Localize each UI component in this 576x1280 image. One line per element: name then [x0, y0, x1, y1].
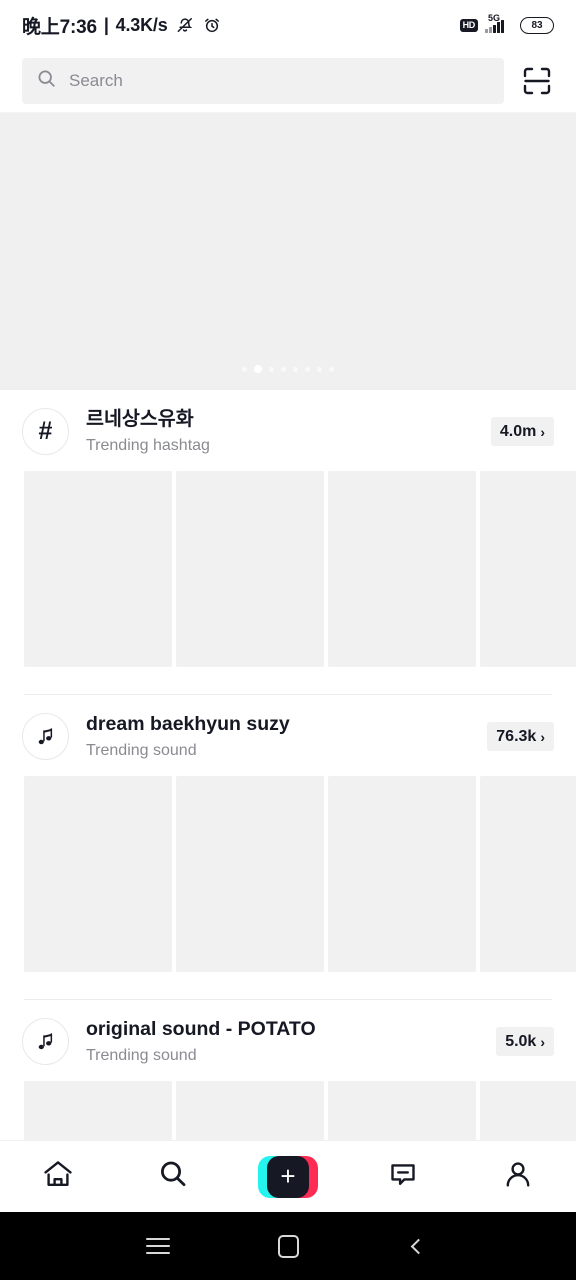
search-icon: [36, 68, 57, 94]
status-bar-left: 晚上7:36 | 4.3K/s: [22, 12, 222, 39]
android-back-button[interactable]: [353, 1238, 483, 1254]
tab-inbox[interactable]: [346, 1141, 461, 1212]
trend-count-value: 76.3k: [496, 727, 537, 745]
hashtag-icon: #: [22, 408, 69, 455]
back-chevron-icon: [410, 1238, 426, 1254]
status-time: 晚上7:36: [22, 16, 97, 38]
video-thumbnail[interactable]: [480, 471, 576, 667]
app-root: 晚上7:36 | 4.3K/s HD 5G 83 Search # 르네상스유화…: [0, 0, 576, 1280]
video-thumbnail[interactable]: [176, 471, 324, 667]
search-row: Search: [0, 50, 576, 112]
alarm-clock-icon: [202, 15, 222, 35]
search-input[interactable]: Search: [22, 58, 504, 104]
scan-qr-icon[interactable]: [520, 64, 554, 98]
signal-bars-icon: 5G: [485, 13, 513, 36]
trend-section: dream baekhyun suzy Trending sound 76.3k ›: [0, 695, 576, 1000]
plus-icon[interactable]: +: [258, 1155, 318, 1198]
hd-badge: HD: [459, 18, 478, 32]
video-thumbnail-row[interactable]: [0, 776, 576, 972]
bell-off-icon: [175, 15, 195, 35]
carousel-dot[interactable]: [329, 366, 334, 372]
carousel-dot[interactable]: [254, 365, 262, 373]
carousel-dot[interactable]: [269, 366, 274, 372]
home-square-icon: [277, 1234, 299, 1258]
carousel-pagination[interactable]: [0, 365, 576, 373]
carousel-dot[interactable]: [317, 366, 322, 372]
profile-icon: [501, 1157, 535, 1196]
video-thumbnail[interactable]: [176, 776, 324, 972]
tab-discover[interactable]: [115, 1141, 230, 1212]
trend-section-header[interactable]: # 르네상스유화 Trending hashtag 4.0m ›: [0, 390, 576, 471]
trend-title: original sound - POTATO: [86, 1018, 316, 1040]
trend-count-value: 4.0m: [499, 422, 537, 440]
trend-count-value: 5.0k: [505, 1032, 537, 1050]
status-bar-right: HD 5G 83: [459, 13, 554, 36]
network-speed: 4.3K/s: [115, 14, 168, 35]
tab-profile[interactable]: [461, 1141, 576, 1212]
video-thumbnail[interactable]: [328, 471, 476, 667]
trend-count-badge[interactable]: 4.0m ›: [490, 417, 554, 446]
trend-subtitle: Trending sound: [86, 742, 197, 759]
video-thumbnail[interactable]: [480, 776, 576, 972]
trend-title: dream baekhyun suzy: [86, 713, 290, 735]
trend-section: # 르네상스유화 Trending hashtag 4.0m ›: [0, 390, 576, 695]
carousel-dot[interactable]: [281, 366, 286, 372]
android-home-button[interactable]: [223, 1234, 353, 1258]
recents-menu-icon: [146, 1238, 170, 1254]
hero-banner-carousel[interactable]: [0, 112, 576, 390]
trend-section-header[interactable]: original sound - POTATO Trending sound 5.0…: [0, 1000, 576, 1081]
trend-meta: original sound - POTATO Trending sound: [86, 1016, 479, 1067]
hashtag-glyph: #: [38, 417, 53, 445]
chevron-right-icon: ›: [540, 423, 545, 440]
android-nav-bar: [0, 1212, 576, 1280]
video-thumbnail-row[interactable]: [0, 471, 576, 667]
status-separator: |: [103, 14, 109, 35]
home-icon: [40, 1156, 76, 1197]
create-plus-glyph: +: [280, 1160, 296, 1191]
chevron-right-icon: ›: [540, 728, 545, 745]
music-note-icon: [22, 1018, 69, 1065]
carousel-dot[interactable]: [293, 366, 298, 372]
trend-meta: dream baekhyun suzy Trending sound: [86, 711, 470, 762]
battery-level: 83: [531, 19, 543, 31]
trend-subtitle: Trending sound: [86, 1047, 197, 1064]
video-thumbnail[interactable]: [328, 776, 476, 972]
video-thumbnail[interactable]: [24, 776, 172, 972]
tab-home[interactable]: [0, 1141, 115, 1212]
battery-indicator: 83: [520, 16, 554, 34]
tab-create[interactable]: +: [230, 1141, 345, 1212]
android-recents-button[interactable]: [93, 1238, 223, 1254]
search-icon: [156, 1157, 190, 1196]
inbox-icon: [386, 1157, 420, 1196]
trend-meta: 르네상스유화 Trending hashtag: [86, 406, 474, 457]
create-core: +: [267, 1155, 309, 1198]
chevron-right-icon: ›: [540, 1033, 545, 1050]
carousel-dot[interactable]: [242, 366, 247, 372]
status-bar: 晚上7:36 | 4.3K/s HD 5G 83: [0, 0, 576, 50]
video-thumbnail[interactable]: [24, 471, 172, 667]
trend-subtitle: Trending hashtag: [86, 437, 210, 454]
trend-count-badge[interactable]: 5.0k ›: [496, 1027, 554, 1056]
bottom-tab-bar: +: [0, 1140, 576, 1212]
trend-count-badge[interactable]: 76.3k ›: [487, 722, 554, 751]
trend-section-header[interactable]: dream baekhyun suzy Trending sound 76.3k ›: [0, 695, 576, 776]
music-note-icon: [22, 713, 69, 760]
carousel-dot[interactable]: [305, 366, 310, 372]
trend-title: 르네상스유화: [86, 408, 194, 430]
search-placeholder: Search: [69, 71, 123, 90]
signal-bars: [485, 20, 504, 33]
